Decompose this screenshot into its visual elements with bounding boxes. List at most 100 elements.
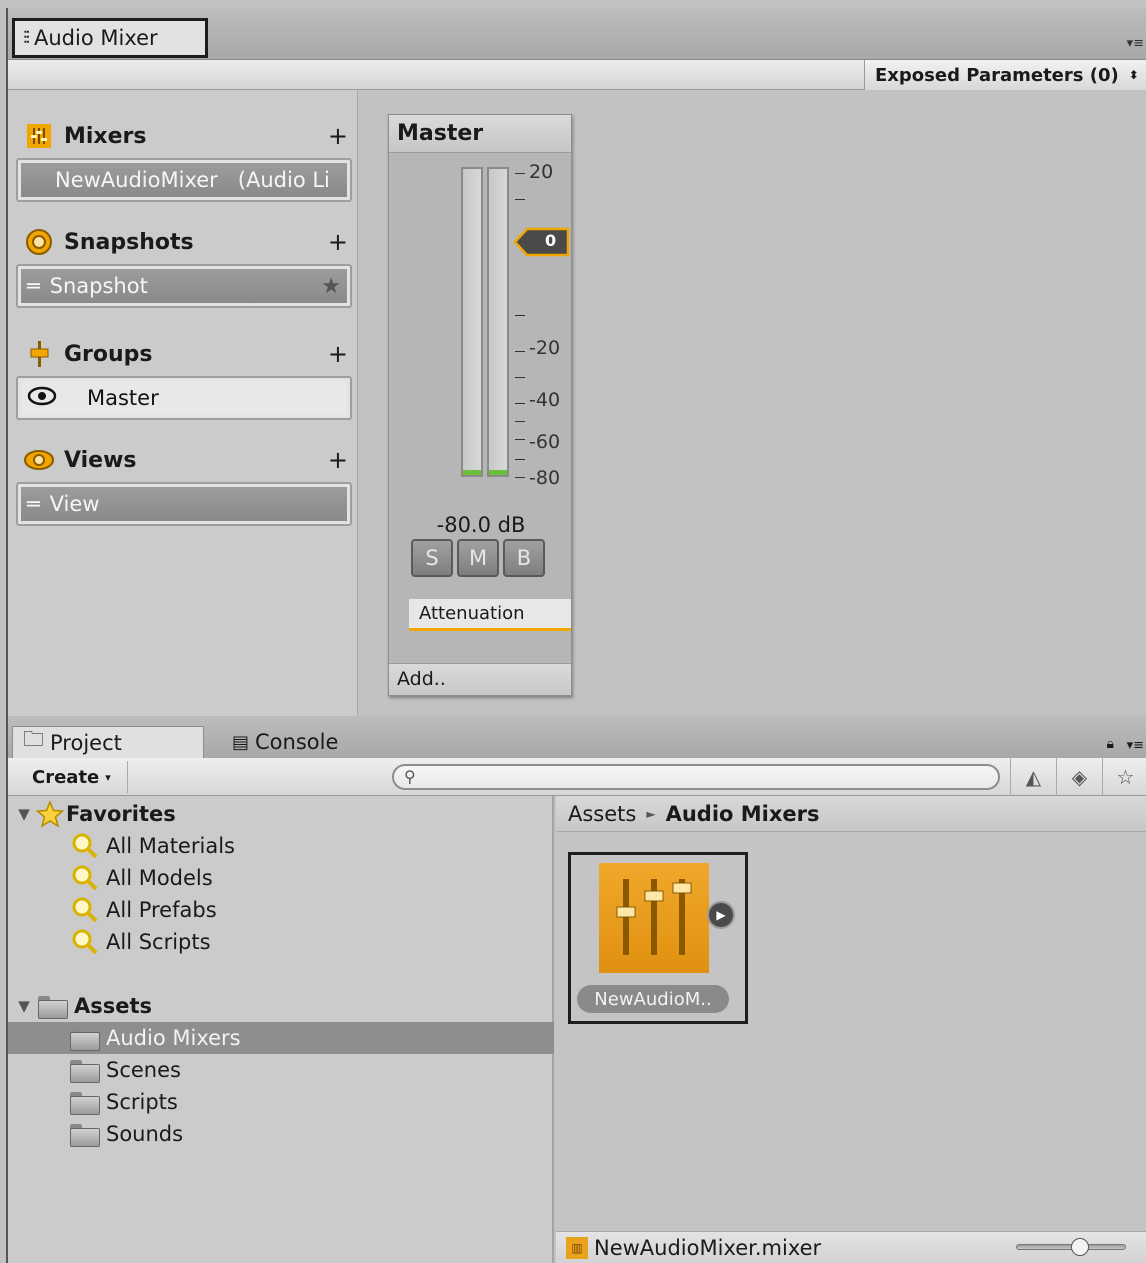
add-group-button[interactable]: + [328, 340, 348, 368]
snapshot-item-name: Snapshot [49, 274, 148, 298]
tree-favorite-item[interactable]: All Materials [8, 830, 554, 862]
tab-audio-mixer[interactable]: ⫶⫶ Audio Mixer [12, 18, 208, 58]
filter-tools: ◭ ◈ ☆ [1010, 758, 1146, 796]
tree-assets[interactable]: ▼ Assets [8, 990, 554, 1022]
breadcrumb: Assets ► Audio Mixers [556, 796, 1146, 832]
tree-folder-audio-mixers[interactable]: Audio Mixers [8, 1022, 554, 1054]
audio-mixer-window: ⫶⫶ Audio Mixer ▾≡ Exposed Parameters (0)… [6, 8, 1146, 716]
favorites-title: Favorites [66, 802, 176, 826]
search-filter-icon [70, 927, 100, 957]
tab-label: Audio Mixer [34, 26, 158, 50]
filter-by-type-icon[interactable]: ◭ [1010, 758, 1056, 796]
meter-right [487, 167, 509, 477]
mixer-item-type: (Audio Li [237, 168, 330, 192]
snapshots-title: Snapshots [64, 229, 194, 255]
slider-knob[interactable] [1071, 1238, 1089, 1256]
favorite-label: All Prefabs [106, 898, 217, 922]
add-snapshot-button[interactable]: + [328, 228, 348, 256]
effect-attenuation[interactable]: Attenuation [409, 599, 571, 631]
mixer-asset-icon: ▥ [566, 1236, 588, 1259]
folder-label: Scenes [106, 1058, 181, 1082]
tab-console-label: Console [255, 730, 339, 754]
search-filter-icon [70, 831, 100, 861]
breadcrumb-separator-icon: ► [646, 806, 656, 821]
filter-by-label-icon[interactable]: ◈ [1056, 758, 1102, 796]
favorite-star-icon[interactable]: ☆ [1102, 758, 1146, 796]
groups-title: Groups [64, 341, 153, 367]
mixer-asset-icon [24, 121, 54, 151]
breadcrumb-root[interactable]: Assets [568, 802, 636, 826]
tab-project-label: Project [50, 730, 122, 755]
dropdown-arrows-icon: ⬍ [1128, 68, 1139, 82]
tree-folder-scenes[interactable]: Scenes [8, 1054, 554, 1086]
scale-label: -20 [529, 337, 561, 359]
expand-play-icon[interactable]: ▶ [707, 901, 735, 929]
views-title: Views [64, 447, 137, 473]
mute-button[interactable]: M [457, 539, 499, 577]
view-item[interactable]: ═ View [21, 487, 347, 521]
mixers-title: Mixers [64, 123, 147, 149]
group-item-name: Master [87, 386, 159, 410]
volume-fader-handle[interactable]: 0 [513, 227, 571, 257]
breadcrumb-current[interactable]: Audio Mixers [666, 802, 820, 826]
drag-handle-icon[interactable]: ═ [27, 492, 40, 516]
tab-project[interactable]: 🗀 Project [12, 726, 204, 758]
tree-folder-sounds[interactable]: Sounds [8, 1118, 554, 1150]
snapshot-item[interactable]: ═ Snapshot ★ [21, 269, 347, 303]
project-toolbar: Create ▾ ⚲ ◭ ◈ ☆ [8, 758, 1146, 796]
exposed-parameters-label: Exposed Parameters (0) [875, 64, 1119, 86]
strip-title: Master [389, 115, 571, 153]
window-menu-icon[interactable]: ▾≡ [1127, 36, 1144, 51]
favorites-star-icon [34, 800, 66, 828]
expand-triangle-icon[interactable]: ▼ [14, 805, 34, 823]
asset-tile-newaudiomixer[interactable]: ▶ NewAudioM.. [568, 852, 748, 1024]
mixer-tab-bar: ⫶⫶ Audio Mixer ▾≡ [8, 8, 1146, 60]
folder-icon: 🗀 [23, 727, 44, 751]
eye-icon[interactable] [27, 386, 57, 411]
add-effect-button[interactable]: Add.. [389, 663, 571, 695]
asset-tile-label: NewAudioM.. [577, 985, 729, 1013]
mixer-toolbar: Exposed Parameters (0) ⬍ [8, 60, 1146, 90]
solo-button[interactable]: S [411, 539, 453, 577]
level-meter [459, 167, 515, 477]
add-mixer-button[interactable]: + [328, 122, 348, 150]
tree-favorite-item[interactable]: All Models [8, 862, 554, 894]
window-menu-icon[interactable]: ▾≡ [1127, 738, 1144, 753]
assets-title: Assets [74, 994, 153, 1018]
tree-favorite-item[interactable]: All Prefabs [8, 894, 554, 926]
groups-header: Groups + [24, 338, 352, 370]
thumbnail-size-slider[interactable] [1016, 1238, 1126, 1256]
create-dropdown[interactable]: Create ▾ [18, 761, 128, 793]
tab-console[interactable]: ▤ Console [222, 726, 382, 758]
expand-triangle-icon[interactable]: ▼ [14, 997, 34, 1015]
strip-buttons: S M B [411, 539, 545, 577]
add-view-button[interactable]: + [328, 446, 348, 474]
mixers-list: NewAudioMixer (Audio Li [16, 158, 352, 202]
folder-icon [70, 1122, 100, 1147]
lock-icon[interactable]: 🔒︎ [1107, 736, 1114, 752]
drag-handle-icon[interactable]: ═ [27, 274, 40, 298]
mixers-header: Mixers + [24, 120, 352, 152]
mixer-sidebar: Mixers + NewAudioMixer (Audio Li Snapsho… [8, 90, 358, 716]
mixer-sliders-icon: ⫶⫶ [23, 27, 30, 49]
views-header: Views + [24, 444, 352, 476]
console-icon: ▤ [232, 731, 250, 753]
tree-favorite-item[interactable]: All Scripts [8, 926, 554, 958]
tree-favorites[interactable]: ▼ Favorites [8, 798, 554, 830]
folder-icon [38, 994, 68, 1019]
views-list: ═ View [16, 482, 352, 526]
search-input[interactable] [428, 768, 988, 786]
folder-icon [70, 1026, 100, 1051]
selection-status-bar: ▥ NewAudioMixer.mixer [556, 1231, 1146, 1263]
favorite-label: All Materials [106, 834, 235, 858]
group-item[interactable]: Master [21, 381, 347, 415]
star-icon[interactable]: ★ [321, 274, 341, 299]
search-field[interactable]: ⚲ [392, 764, 1000, 790]
asset-browser: Assets ► Audio Mixers ▶ NewAudioM.. ▥ Ne… [556, 796, 1146, 1263]
mixer-item[interactable]: NewAudioMixer (Audio Li [21, 163, 347, 197]
tree-folder-scripts[interactable]: Scripts [8, 1086, 554, 1118]
bypass-button[interactable]: B [503, 539, 545, 577]
exposed-parameters-dropdown[interactable]: Exposed Parameters (0) ⬍ [864, 60, 1146, 90]
snapshot-camera-icon [24, 227, 54, 257]
folder-tree: ▼ Favorites All Materials All Models All… [8, 796, 554, 1263]
